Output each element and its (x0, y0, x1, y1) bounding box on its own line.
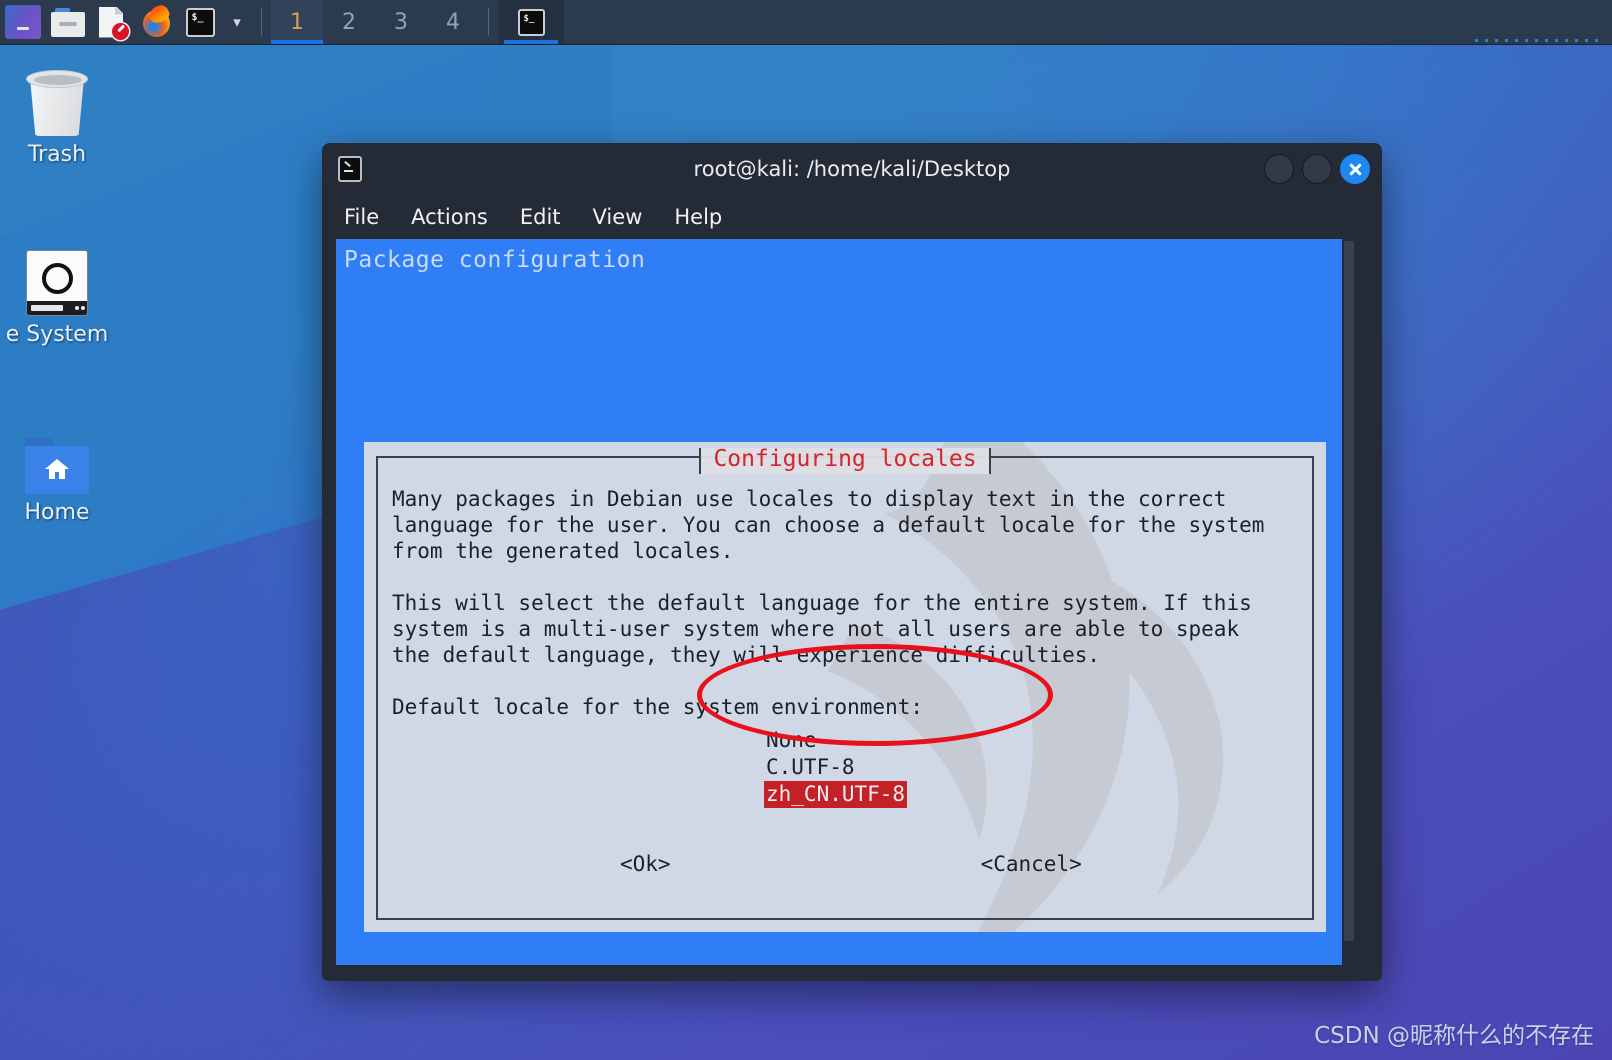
terminal-launcher[interactable]: $_ (178, 0, 222, 45)
desktop-icon-home[interactable]: Home (0, 438, 132, 525)
text-editor-launcher[interactable] (90, 0, 134, 45)
whiptail-dialog: Configuring locales Many packages in Deb… (364, 442, 1326, 932)
scrollbar-thumb[interactable] (1344, 241, 1354, 941)
workspace-4[interactable]: 4 (427, 0, 479, 44)
firefox-icon (141, 3, 172, 38)
whisker-menu-button[interactable] (0, 0, 46, 44)
whisker-menu-icon (5, 5, 41, 39)
desktop-icon-label: e System (5, 322, 109, 347)
menu-item-edit[interactable]: Edit (516, 203, 565, 231)
desktop-icon-file-system[interactable]: e System (0, 250, 132, 347)
menu-item-file[interactable]: File (340, 203, 383, 231)
window-title: root@kali: /home/kali/Desktop (693, 157, 1011, 181)
maximize-button[interactable] (1302, 154, 1332, 184)
desktop-icon-label: Home (24, 500, 90, 525)
terminal-icon (338, 156, 362, 182)
locale-option-zh-cn-utf8[interactable]: zh_CN.UTF-8 (764, 781, 908, 808)
home-folder-icon (25, 438, 89, 494)
text-editor-icon (97, 6, 129, 40)
workspace-switcher[interactable]: 1 2 3 4 (271, 0, 479, 44)
workspace-label: 2 (342, 9, 356, 35)
window-controls (1264, 154, 1370, 184)
workspace-label: 1 (290, 9, 304, 35)
menu-item-view[interactable]: View (589, 203, 647, 231)
panel-separator-1 (261, 8, 262, 36)
cancel-button[interactable]: <Cancel> (981, 852, 1082, 876)
locale-option-none[interactable]: None (764, 727, 907, 754)
minimize-button[interactable] (1264, 154, 1294, 184)
panel-spacer (564, 0, 1475, 44)
window-button-list: $_ (498, 0, 564, 44)
terminal-icon: $_ (517, 8, 545, 36)
dialog-button-row: <Ok> <Cancel> (364, 852, 1326, 876)
package-configuration-header: Package configuration (344, 247, 646, 273)
csdn-watermark: CSDN @昵称什么的不存在 (1314, 1023, 1594, 1049)
terminal-scrollbar[interactable] (1342, 239, 1356, 965)
workspace-label: 4 (446, 9, 460, 35)
system-tray[interactable] (1475, 0, 1612, 45)
drive-icon (26, 250, 88, 316)
window-button-terminal[interactable]: $_ (498, 0, 564, 44)
terminal-content[interactable]: Package configuration Configuring locale… (336, 239, 1356, 965)
file-manager-icon (51, 7, 85, 38)
workspace-3[interactable]: 3 (375, 0, 427, 44)
window-titlebar[interactable]: root@kali: /home/kali/Desktop (322, 143, 1382, 195)
workspace-label: 3 (394, 9, 408, 35)
workspace-2[interactable]: 2 (323, 0, 375, 44)
terminal-window[interactable]: root@kali: /home/kali/Desktop File Actio… (322, 143, 1382, 981)
house-glyph (45, 459, 69, 479)
panel-separator-2 (488, 8, 489, 36)
locale-option-list[interactable]: None C.UTF-8 zh_CN.UTF-8 (764, 727, 908, 808)
terminal-icon: $_ (185, 8, 215, 37)
top-panel: $_ ▾ 1 2 3 4 $_ (0, 0, 1612, 45)
menu-item-help[interactable]: Help (670, 203, 726, 231)
desktop-icon-trash[interactable]: Trash (0, 70, 132, 167)
trash-icon (26, 70, 88, 136)
dialog-body-text: Many packages in Debian use locales to d… (392, 487, 1265, 719)
desktop-icon-label: Trash (27, 142, 87, 167)
dialog-title: Configuring locales (713, 446, 977, 472)
ok-button[interactable]: <Ok> (620, 852, 671, 876)
menu-item-actions[interactable]: Actions (407, 203, 492, 231)
menu-bar: File Actions Edit View Help (322, 195, 1382, 239)
workspace-1[interactable]: 1 (271, 0, 323, 44)
file-manager-launcher[interactable] (46, 0, 90, 45)
close-button[interactable] (1340, 154, 1370, 184)
locale-option-c-utf8[interactable]: C.UTF-8 (764, 754, 907, 781)
chevron-down-icon[interactable]: ▾ (222, 0, 252, 44)
desktop: $_ ▾ 1 2 3 4 $_ Trash e System Home root… (0, 0, 1612, 1060)
firefox-launcher[interactable] (134, 0, 178, 45)
